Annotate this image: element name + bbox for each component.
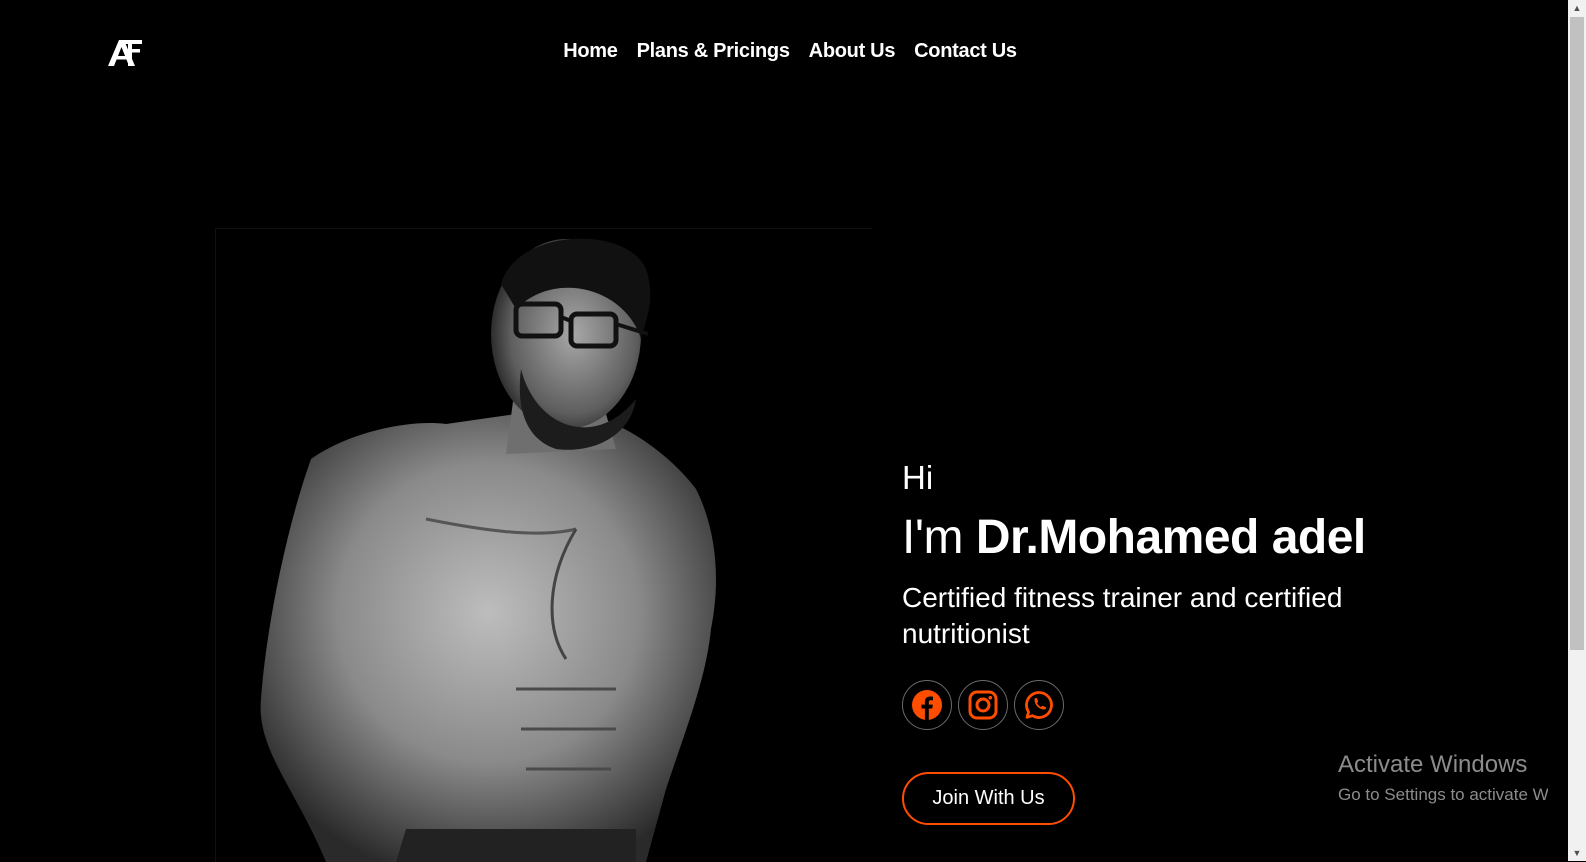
greeting: Hi	[902, 459, 934, 496]
trainer-name: Dr.Mohamed adel	[975, 511, 1366, 564]
scroll-down-arrow-icon[interactable]: ▼	[1568, 845, 1586, 861]
whatsapp-link[interactable]	[1014, 680, 1064, 730]
hero-section: Hi I'm Dr.Mohamed adel Certified fitness…	[902, 458, 1462, 652]
nav-plans-pricings[interactable]: Plans & Pricings	[637, 40, 790, 63]
join-with-us-button[interactable]: Join With Us	[902, 772, 1075, 825]
nav-about-us[interactable]: About Us	[809, 40, 896, 63]
scroll-thumb[interactable]	[1570, 17, 1584, 650]
trainer-photo	[215, 228, 872, 862]
instagram-link[interactable]	[958, 680, 1008, 730]
whatsapp-icon	[1025, 691, 1053, 719]
instagram-icon	[968, 690, 998, 720]
facebook-link[interactable]	[902, 680, 952, 730]
intro-prefix: I'm	[902, 511, 976, 564]
scroll-up-arrow-icon[interactable]: ▲	[1568, 0, 1586, 16]
vertical-scrollbar[interactable]: ▲ ▼	[1568, 0, 1586, 861]
watermark-title: Activate Windows	[1338, 751, 1528, 778]
hero-subtitle: Certified fitness trainer and certified …	[902, 582, 1343, 649]
facebook-icon	[912, 690, 942, 720]
nav-contact-us[interactable]: Contact Us	[914, 40, 1017, 63]
main-nav: Home Plans & Pricings About Us Contact U…	[0, 40, 1586, 63]
hero-heading: I'm Dr.Mohamed adel	[902, 508, 1462, 568]
social-links	[902, 680, 1064, 730]
watermark-subtitle: Go to Settings to activate Windows.	[1338, 785, 1548, 804]
nav-home[interactable]: Home	[563, 40, 618, 63]
windows-activation-watermark: Activate Windows Go to Settings to activ…	[1338, 750, 1548, 806]
